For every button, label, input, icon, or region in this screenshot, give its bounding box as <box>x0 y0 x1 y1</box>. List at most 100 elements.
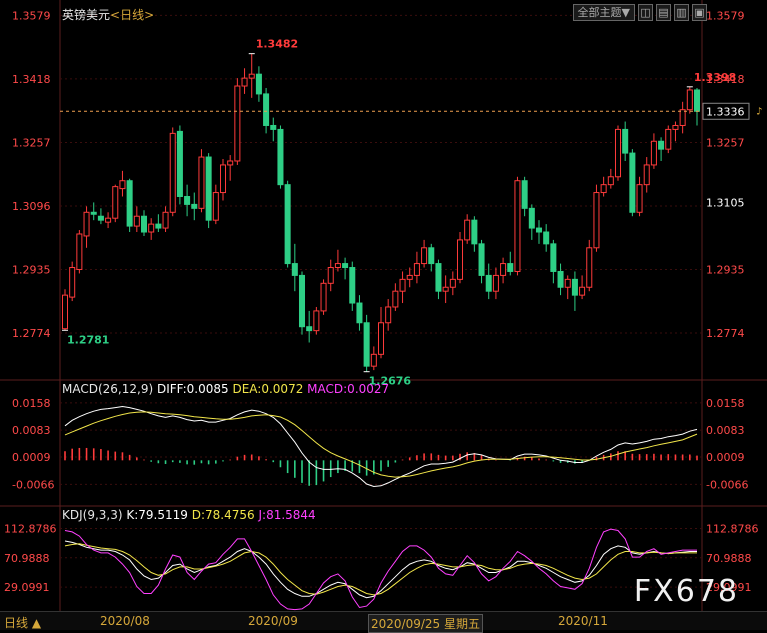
candle-body <box>349 267 356 304</box>
price-tick-left: 1.3096 <box>12 200 51 213</box>
macd-tick-right: 0.0083 <box>706 424 745 437</box>
candle-body <box>169 132 176 213</box>
candle-body <box>557 270 564 288</box>
candle-body <box>306 326 313 332</box>
cursor-date-label: 2020/09/25 星期五 <box>368 614 483 633</box>
candle-body <box>521 180 528 209</box>
macd-dea-value: DEA:0.0072 <box>232 382 304 396</box>
candle-body <box>212 192 219 221</box>
kdj-name: KDJ(9,3,3) <box>62 508 123 522</box>
candle-body <box>658 140 665 150</box>
candle-body <box>83 211 90 237</box>
price-tick-left: 1.2935 <box>12 263 51 276</box>
date-label-aug: 2020/08 <box>100 614 150 628</box>
chart-toolbar: 全部主题▼ ◫ ▤ ▥ ▣ <box>572 4 707 21</box>
layout-3-icon[interactable]: ▥ <box>674 4 689 21</box>
macd-tick-right: 0.0158 <box>706 397 745 410</box>
date-label-nov: 2020/11 <box>558 614 608 628</box>
current-price-label: 1.3336 <box>706 105 745 118</box>
candle-body <box>126 180 133 227</box>
price-tick-left: 1.2774 <box>12 327 51 340</box>
candle-body <box>579 286 586 296</box>
candle-body <box>650 140 657 166</box>
macd-axis: 0.0158 0.0158 0.0083 0.0083 0.0009 0.0009 -0.0… <box>12 397 748 492</box>
candle-body <box>550 243 557 272</box>
candle-body <box>69 267 76 298</box>
candle-body <box>263 93 270 126</box>
candle-body <box>105 217 112 223</box>
candle-body <box>456 239 464 280</box>
candle-body <box>636 184 643 213</box>
candle-body <box>535 227 543 233</box>
candle-body <box>327 267 334 284</box>
candle-body <box>686 89 693 111</box>
layout-1-icon[interactable]: ◫ <box>638 4 653 21</box>
candle-body <box>607 176 614 186</box>
kdj-tick-left: 70.9888 <box>4 552 50 565</box>
macd-tick-left: -0.0066 <box>12 478 54 491</box>
candle-body <box>485 274 492 292</box>
candle-body <box>593 192 600 249</box>
candle-body <box>643 164 650 186</box>
kdj-j-value: J:81.5844 <box>258 508 316 522</box>
candle-body <box>421 247 428 265</box>
candle-body <box>205 156 212 221</box>
price-tick-left: 1.3257 <box>12 136 51 149</box>
candle-body <box>564 278 571 288</box>
candle-body <box>543 231 550 245</box>
kdj-tick-right: 70.9888 <box>706 552 752 565</box>
layout-4-icon[interactable]: ▣ <box>692 4 707 21</box>
macd-tick-left: 0.0009 <box>12 451 51 464</box>
candle-body <box>464 219 471 241</box>
date-label-sep: 2020/09 <box>248 614 298 628</box>
kdj-tick-left: 112.8786 <box>4 522 57 535</box>
kdj-k-line <box>64 540 697 599</box>
candle-body <box>162 211 169 229</box>
candle-body <box>191 203 198 209</box>
layout-2-icon[interactable]: ▤ <box>656 4 671 21</box>
macd-diff-value: DIFF:0.0085 <box>156 382 229 396</box>
candle-body <box>478 243 485 276</box>
kdj-tick-left: 29.0991 <box>4 581 50 594</box>
candle-body <box>270 124 277 130</box>
candle-body <box>600 184 607 194</box>
macd-name: MACD(26,12,9) <box>62 382 154 396</box>
candle-body <box>298 274 306 328</box>
candle-body <box>148 223 155 233</box>
candle-body <box>241 77 248 87</box>
candle-body <box>284 184 291 265</box>
candle-body <box>622 128 629 154</box>
macd-tick-left: 0.0158 <box>12 397 51 410</box>
candle-body <box>133 215 140 227</box>
candle-body <box>370 353 377 367</box>
chart-title: 英镑美元<日线> <box>62 6 154 23</box>
candle-body <box>471 219 478 245</box>
macd-histogram <box>64 447 698 486</box>
candle-body <box>248 73 255 79</box>
price-tick-left: 1.3418 <box>12 73 51 86</box>
candle-body <box>428 247 435 265</box>
price-label-2: 1.3105 <box>706 196 745 209</box>
candle-body <box>679 109 686 126</box>
candle-body <box>313 310 320 332</box>
candle-body <box>629 152 636 213</box>
theme-dropdown[interactable]: 全部主题▼ <box>572 4 635 21</box>
period-toggle[interactable]: 日线 ▲ <box>4 614 41 631</box>
candle-body <box>320 282 327 312</box>
kdj-j-line <box>64 528 697 611</box>
period-label[interactable]: <日线> <box>110 8 154 22</box>
price-grid <box>60 14 702 334</box>
macd-macd-value: MACD:0.0027 <box>307 382 390 396</box>
candle-body <box>291 263 298 276</box>
candle-body <box>234 85 241 162</box>
candle-body <box>492 274 499 292</box>
candle-body <box>363 322 370 367</box>
macd-legend: MACD(26,12,9) DIFF:0.0085 DEA:0.0072 MAC… <box>62 382 389 396</box>
candle-body <box>385 306 392 324</box>
candle-body <box>155 223 162 229</box>
alarm-bell-icon: ♪ <box>756 106 762 117</box>
chart-canvas: 1.3579 1.35791.3418 1.34181.3257 1.32571.30… <box>0 0 767 611</box>
kdj-k-value: K:79.5119 <box>126 508 188 522</box>
macd-tick-left: 0.0083 <box>12 424 51 437</box>
candle-body <box>112 186 119 219</box>
